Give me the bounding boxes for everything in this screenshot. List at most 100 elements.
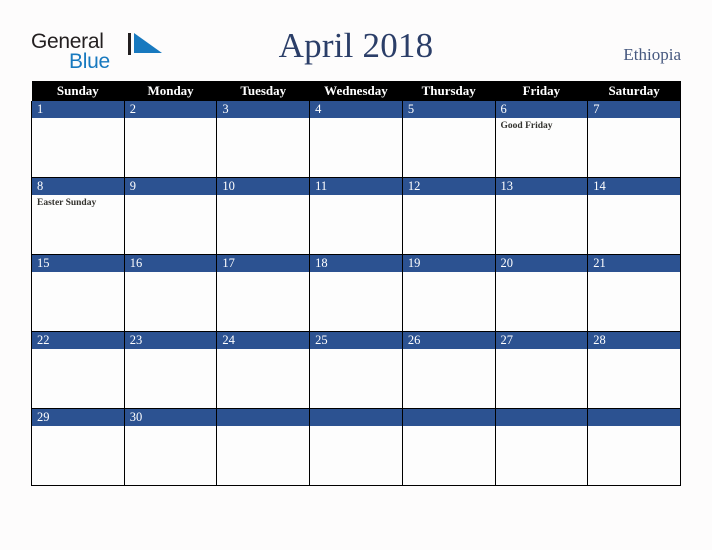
day-events [217, 195, 309, 198]
day-events [217, 118, 309, 121]
day-events: Good Friday [496, 118, 588, 132]
calendar-day-cell[interactable]: 15 [31, 254, 125, 332]
calendar-day-cell[interactable]: 7 [587, 101, 681, 178]
day-number: 8 [32, 178, 124, 195]
day-events [496, 272, 588, 275]
day-number: 4 [310, 101, 402, 118]
day-number: 14 [588, 178, 680, 195]
day-number: 28 [588, 332, 680, 349]
day-number: 20 [495, 255, 588, 272]
calendar-day-cell[interactable]: 16 [123, 254, 218, 332]
day-number: 26 [402, 332, 495, 349]
day-number: 3 [217, 101, 310, 118]
calendar-day-cell[interactable]: 27 [494, 331, 589, 409]
day-number: 17 [217, 255, 310, 272]
weekday-header-tuesday: Tuesday [216, 81, 310, 101]
day-number: 12 [402, 178, 495, 195]
day-number: 2 [124, 101, 217, 118]
day-number: 16 [124, 255, 217, 272]
day-events [125, 195, 217, 198]
calendar-week-row: 22 23 24 25 26 27 28 [31, 331, 681, 409]
calendar-day-cell[interactable]: 9 [123, 177, 218, 255]
calendar-week-row: 8 Easter Sunday 9 10 11 12 13 14 [31, 177, 681, 255]
calendar-week-row: 29 30 [31, 408, 681, 486]
calendar-day-cell[interactable]: 14 [587, 177, 681, 255]
calendar-day-cell[interactable]: 17 [216, 254, 311, 332]
day-number: 24 [217, 332, 310, 349]
day-events [310, 195, 402, 198]
page-title: April 2018 [278, 26, 434, 65]
day-number: 25 [310, 332, 402, 349]
country-label: Ethiopia [623, 45, 681, 64]
day-events [496, 349, 588, 352]
calendar-day-cell[interactable]: 23 [123, 331, 218, 409]
calendar-day-cell[interactable]: 18 [309, 254, 403, 332]
calendar-day-cell[interactable]: 24 [216, 331, 311, 409]
weekday-header-thursday: Thursday [402, 81, 496, 101]
day-events [496, 426, 588, 429]
day-number: 6 [495, 101, 588, 118]
day-events [310, 272, 402, 275]
day-number: 15 [32, 255, 124, 272]
calendar-day-cell[interactable]: 4 [309, 101, 403, 178]
weekday-header-sunday: Sunday [31, 81, 125, 101]
day-number: 23 [124, 332, 217, 349]
calendar-day-cell[interactable]: 28 [587, 331, 681, 409]
calendar-day-cell[interactable]: 6 Good Friday [494, 101, 589, 178]
weekday-header-wednesday: Wednesday [309, 81, 403, 101]
calendar-day-cell[interactable]: 26 [401, 331, 496, 409]
calendar-day-cell[interactable]: 25 [309, 331, 403, 409]
calendar-day-cell[interactable]: 11 [309, 177, 403, 255]
calendar-day-cell[interactable]: 13 [494, 177, 589, 255]
weekday-header-monday: Monday [124, 81, 217, 101]
calendar-day-cell[interactable]: 10 [216, 177, 311, 255]
day-events [125, 349, 217, 352]
day-number: 22 [32, 332, 124, 349]
calendar-day-cell-empty [587, 408, 681, 486]
weekday-header-row: Sunday Monday Tuesday Wednesday Thursday… [31, 81, 681, 101]
day-number: 13 [495, 178, 588, 195]
day-events [125, 272, 217, 275]
day-number [217, 409, 310, 426]
day-events [310, 349, 402, 352]
calendar-day-cell[interactable]: 21 [587, 254, 681, 332]
day-number: 11 [310, 178, 402, 195]
calendar-page: General Blue April 2018 Ethiopia Sunday … [0, 0, 712, 550]
day-events [403, 349, 495, 352]
day-events [496, 195, 588, 198]
calendar-day-cell[interactable]: 22 [31, 331, 125, 409]
day-events [588, 195, 680, 198]
weekday-header-friday: Friday [495, 81, 588, 101]
calendar-day-cell-empty [401, 408, 496, 486]
day-number: 18 [310, 255, 402, 272]
calendar-day-cell[interactable]: 19 [401, 254, 496, 332]
day-events [310, 426, 402, 429]
holiday-label: Good Friday [500, 121, 553, 131]
day-events [403, 272, 495, 275]
day-events: Easter Sunday [32, 195, 124, 209]
calendar-day-cell[interactable]: 30 [123, 408, 218, 486]
day-events [32, 272, 124, 275]
day-events [32, 426, 124, 429]
day-number [310, 409, 402, 426]
day-events [588, 349, 680, 352]
calendar-day-cell[interactable]: 5 [401, 101, 496, 178]
day-events [403, 426, 495, 429]
calendar-day-cell[interactable]: 2 [123, 101, 218, 178]
calendar-day-cell[interactable]: 3 [216, 101, 311, 178]
day-number: 27 [495, 332, 588, 349]
day-number [588, 409, 680, 426]
day-events [588, 272, 680, 275]
day-number: 21 [588, 255, 680, 272]
calendar-day-cell[interactable]: 8 Easter Sunday [31, 177, 125, 255]
calendar-day-cell[interactable]: 29 [31, 408, 125, 486]
day-number: 29 [32, 409, 124, 426]
calendar-day-cell-empty [494, 408, 589, 486]
day-events [217, 272, 309, 275]
day-number: 19 [402, 255, 495, 272]
day-events [588, 118, 680, 121]
calendar-day-cell[interactable]: 20 [494, 254, 589, 332]
calendar-day-cell[interactable]: 1 [31, 101, 125, 178]
calendar-day-cell[interactable]: 12 [401, 177, 496, 255]
calendar-week-row: 1 2 3 4 5 6 Good Friday 7 [31, 101, 681, 178]
